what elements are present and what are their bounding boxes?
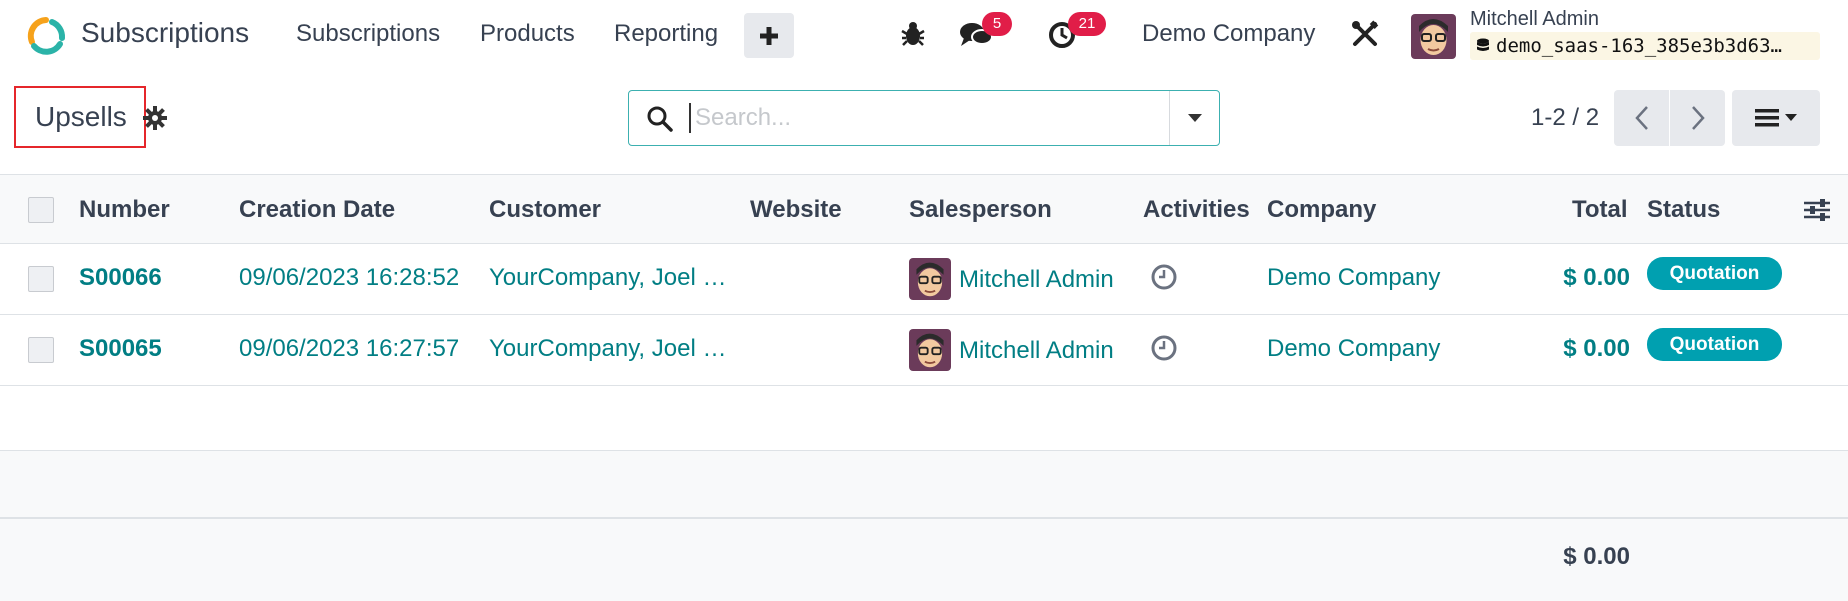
footer-total: $ 0.00 [1563, 543, 1630, 570]
column-activities[interactable]: Activities [1143, 196, 1250, 224]
bug-icon[interactable] [900, 20, 926, 48]
empty-row [0, 451, 1848, 518]
pager-next-button[interactable] [1670, 90, 1725, 146]
chevron-left-icon [1634, 106, 1648, 130]
creation-date: 09/06/2023 16:28:52 [239, 264, 460, 291]
total: $ 0.00 [1563, 335, 1630, 362]
table-header: Number Creation Date Customer Website Sa… [0, 174, 1848, 244]
database-name: demo_saas-163_385e3b3d63… [1496, 35, 1782, 57]
customer[interactable]: YourCompany, Joel … [489, 335, 726, 363]
status-badge: Quotation [1647, 257, 1782, 290]
table-row[interactable]: S00065 09/06/2023 16:27:57 YourCompany, … [0, 315, 1848, 386]
activities-badge: 21 [1068, 12, 1106, 36]
company-switcher[interactable]: Demo Company [1142, 20, 1315, 48]
quick-create-button[interactable] [744, 13, 794, 58]
table-row[interactable]: S00066 09/06/2023 16:28:52 YourCompany, … [0, 244, 1848, 315]
pager-previous-button[interactable] [1614, 90, 1669, 146]
menu-reporting[interactable]: Reporting [614, 20, 718, 48]
messages-badge: 5 [982, 12, 1012, 36]
app-name[interactable]: Subscriptions [81, 17, 249, 49]
pager-value[interactable]: 1-2 / 2 [1531, 104, 1599, 132]
caret-down-icon [1188, 114, 1202, 122]
top-navbar: Subscriptions Subscriptions Products Rep… [0, 0, 1848, 72]
creation-date: 09/06/2023 16:27:57 [239, 335, 460, 362]
database-icon [1477, 38, 1489, 51]
salesperson[interactable]: Mitchell Admin [959, 337, 1114, 365]
search-bar [628, 90, 1220, 146]
salesperson-avatar [909, 258, 951, 300]
company[interactable]: Demo Company [1267, 335, 1440, 363]
total: $ 0.00 [1563, 264, 1630, 291]
row-checkbox[interactable] [28, 266, 54, 292]
activity-clock-icon[interactable] [1150, 334, 1178, 362]
column-status[interactable]: Status [1647, 196, 1720, 224]
plus-icon [760, 26, 778, 45]
customer[interactable]: YourCompany, Joel … [489, 264, 726, 292]
select-all-checkbox[interactable] [28, 197, 54, 223]
column-salesperson[interactable]: Salesperson [909, 196, 1052, 224]
list-view-button[interactable] [1732, 90, 1820, 146]
menu-subscriptions[interactable]: Subscriptions [296, 20, 440, 48]
empty-row [0, 386, 1848, 451]
order-number[interactable]: S00066 [79, 264, 162, 292]
row-checkbox[interactable] [28, 337, 54, 363]
optional-columns-icon[interactable] [1802, 197, 1832, 223]
status-badge: Quotation [1647, 328, 1782, 361]
order-number[interactable]: S00065 [79, 335, 162, 363]
list-view-icon [1755, 109, 1797, 127]
salesperson[interactable]: Mitchell Admin [959, 266, 1114, 294]
search-input[interactable] [689, 103, 1089, 133]
column-website[interactable]: Website [750, 196, 842, 224]
gear-icon[interactable] [143, 106, 167, 130]
user-avatar[interactable] [1411, 14, 1456, 59]
table-footer: $ 0.00 [0, 518, 1848, 601]
activity-clock-icon[interactable] [1150, 263, 1178, 291]
column-number[interactable]: Number [79, 196, 170, 224]
company[interactable]: Demo Company [1267, 264, 1440, 292]
chevron-right-icon [1691, 106, 1705, 130]
column-total[interactable]: Total [1572, 196, 1628, 224]
search-icon[interactable] [646, 105, 674, 133]
page-title: Upsells [35, 101, 127, 132]
salesperson-avatar [909, 329, 951, 371]
column-customer[interactable]: Customer [489, 196, 601, 224]
app-logo-icon[interactable] [26, 16, 66, 56]
search-options-toggle[interactable] [1169, 91, 1220, 145]
database-pill: demo_saas-163_385e3b3d63… [1470, 32, 1820, 60]
user-name[interactable]: Mitchell Admin [1470, 8, 1599, 31]
column-creation-date[interactable]: Creation Date [239, 196, 395, 224]
tools-icon[interactable] [1351, 20, 1379, 48]
column-company[interactable]: Company [1267, 196, 1376, 224]
menu-products[interactable]: Products [480, 20, 575, 48]
